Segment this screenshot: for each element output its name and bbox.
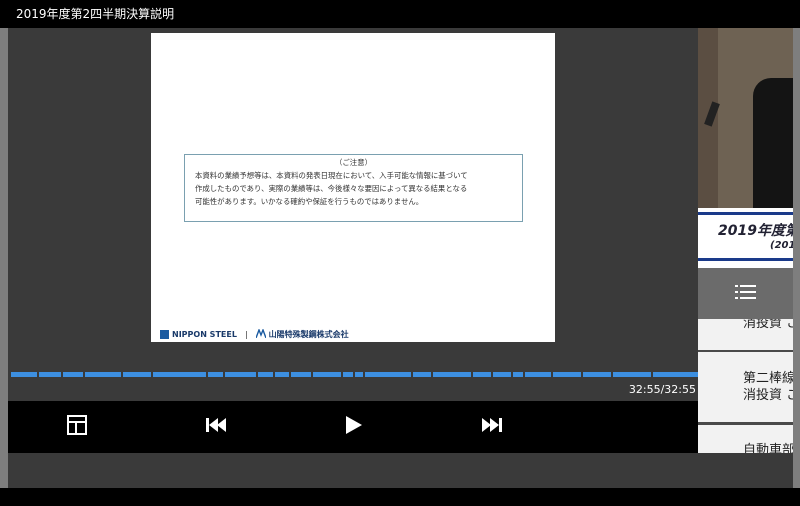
chapter-item[interactable]: 自動車部 — [698, 425, 793, 453]
slide-footer: NIPPON STEEL | 山陽特殊製鋼株式会社 — [160, 328, 349, 340]
banner-title: 2019年度第 — [718, 223, 793, 239]
disclaimer-box: （ご注意） 本資料の業績予想等は、本資料の発表日現在において、入手可能な情報に基… — [184, 154, 523, 222]
seek-bar[interactable] — [11, 372, 698, 377]
chapter-segment[interactable] — [208, 372, 223, 377]
speaker-video — [698, 28, 793, 208]
chapter-list: 消投資 こ 第二棒線 消投資 こ 自動車部 — [698, 319, 793, 453]
chapter-segment[interactable] — [343, 372, 353, 377]
brand-name: NIPPON STEEL — [172, 330, 237, 339]
chapter-segment[interactable] — [225, 372, 256, 377]
table-of-contents-button[interactable] — [698, 268, 793, 319]
layout-icon — [67, 415, 87, 439]
player-window: 2019年度第2四半期決算説明 （ご注意） 本資料の業績予想等は、本資料の発表日… — [0, 0, 800, 506]
chapter-segment[interactable] — [413, 372, 431, 377]
chapter-label: 消投資 こ — [743, 319, 793, 331]
chapter-segment[interactable] — [473, 372, 491, 377]
layout-button[interactable] — [65, 415, 89, 439]
chapter-segment[interactable] — [123, 372, 151, 377]
chapter-segment[interactable] — [553, 372, 581, 377]
skip-previous-icon — [205, 416, 227, 438]
disclaimer-heading: （ご注意） — [335, 158, 372, 167]
chapter-segment[interactable] — [493, 372, 511, 377]
play-icon — [345, 415, 363, 439]
next-button[interactable] — [480, 415, 504, 439]
chapter-item[interactable]: 消投資 こ — [698, 319, 793, 350]
chapter-segment[interactable] — [258, 372, 273, 377]
chapter-segment[interactable] — [433, 372, 471, 377]
list-icon — [734, 284, 757, 304]
play-button[interactable] — [342, 415, 366, 439]
chapter-segment[interactable] — [355, 372, 363, 377]
company-name: 山陽特殊製鋼株式会社 — [268, 330, 349, 339]
banner-subtitle: (201 — [770, 240, 793, 251]
bottom-bar — [0, 488, 800, 506]
chapter-segment[interactable] — [653, 372, 698, 377]
footer-separator: | — [244, 330, 248, 339]
disclaimer-line: 作成したものであり、実際の業績等は、今後様々な要因によって異なる結果となる — [195, 184, 468, 193]
chapter-segment[interactable] — [525, 372, 551, 377]
disclaimer-line: 可能性があります。いかなる確約や保証を行うものではありません。 — [195, 197, 424, 206]
chapter-segment[interactable] — [11, 372, 37, 377]
slide: （ご注意） 本資料の業績予想等は、本資料の発表日現在において、入手可能な情報に基… — [151, 33, 555, 342]
chapter-segment[interactable] — [153, 372, 206, 377]
chapter-label: 消投資 こ — [743, 388, 793, 403]
sanyo-logo-icon — [254, 328, 267, 340]
left-border — [0, 28, 8, 488]
chapter-segment[interactable] — [583, 372, 611, 377]
chapter-segment[interactable] — [291, 372, 311, 377]
control-bar — [8, 401, 698, 453]
banner-rule — [698, 212, 793, 215]
previous-button[interactable] — [204, 415, 228, 439]
chapter-item[interactable]: 第二棒線 消投資 こ — [698, 352, 793, 422]
event-banner: 2019年度第 (201 — [698, 208, 793, 268]
progress-area: 32:55/32:55 — [8, 370, 698, 401]
lower-panel — [8, 453, 793, 488]
chapter-segment[interactable] — [613, 372, 651, 377]
right-border — [793, 28, 800, 488]
chapter-segment[interactable] — [365, 372, 411, 377]
chapter-segment[interactable] — [63, 372, 83, 377]
chapter-segment[interactable] — [39, 372, 61, 377]
speaker — [753, 78, 793, 208]
chapter-label: 自動車部 — [743, 443, 793, 453]
disclaimer-line: 本資料の業績予想等は、本資料の発表日現在において、入手可能な情報に基づいて — [195, 171, 468, 180]
chapter-segment[interactable] — [85, 372, 121, 377]
timecode: 32:55/32:55 — [628, 383, 696, 396]
chapter-segment[interactable] — [513, 372, 523, 377]
skip-next-icon — [481, 416, 503, 438]
nippon-steel-logo-icon — [160, 330, 169, 339]
title-bar: 2019年度第2四半期決算説明 — [0, 0, 800, 28]
chapter-segment[interactable] — [275, 372, 289, 377]
banner-rule — [698, 258, 793, 261]
window-title: 2019年度第2四半期決算説明 — [16, 7, 175, 21]
chapter-segment[interactable] — [313, 372, 341, 377]
chapter-label: 第二棒線 — [743, 371, 793, 386]
